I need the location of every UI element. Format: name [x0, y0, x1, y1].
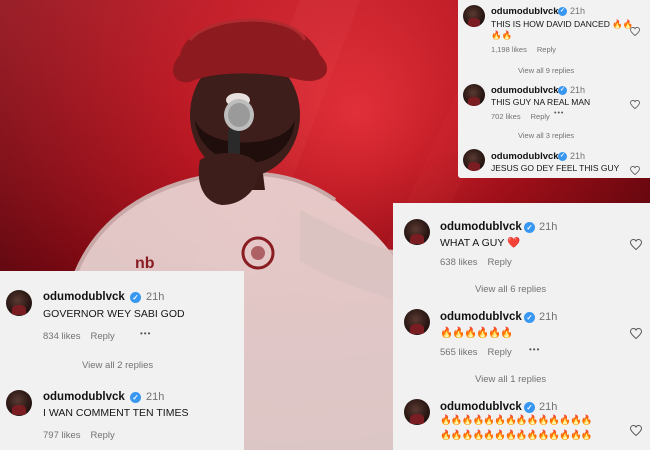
comment-time: 21h	[570, 6, 586, 16]
comment-text-continued: 🔥🔥🔥🔥🔥🔥🔥🔥🔥🔥🔥🔥🔥🔥	[440, 430, 593, 441]
comment-username[interactable]: odumodublvck	[491, 6, 559, 17]
comment-text-continued: 🔥🔥	[491, 30, 513, 40]
comment-time: 21h	[539, 401, 558, 413]
comment-username[interactable]: odumodublvck	[440, 221, 522, 233]
avatar[interactable]	[463, 84, 485, 106]
verified-badge-icon: ✓	[130, 392, 141, 403]
comments-card-left: odumodublvck ✓ 21h GOVERNOR WEY SABI GOD…	[0, 271, 244, 450]
avatar[interactable]	[6, 390, 32, 416]
verified-badge-icon: ✓	[558, 152, 567, 161]
comment-text: WHAT A GUY ❤️	[440, 237, 521, 249]
comment-username[interactable]: odumodublvck	[43, 291, 125, 303]
like-count: 638 likes	[440, 257, 478, 268]
avatar[interactable]	[404, 219, 430, 245]
verified-badge-icon: ✓	[524, 222, 535, 233]
comment-meta: 702 likes Reply	[491, 112, 560, 121]
avatar[interactable]	[6, 290, 32, 316]
avatar[interactable]	[404, 309, 430, 335]
comment-username[interactable]: odumodublvck	[491, 151, 559, 162]
comment-text: JESUS GO DEY FEEL THIS GUY	[491, 163, 620, 173]
comment-time: 21h	[539, 311, 558, 323]
view-replies-link[interactable]: View all 6 replies	[467, 284, 546, 295]
heart-outline-icon[interactable]	[629, 237, 643, 255]
comment-text: THIS GUY NA REAL MAN	[491, 97, 591, 107]
heart-outline-icon[interactable]	[629, 326, 643, 344]
comment-time: 21h	[570, 85, 586, 95]
verified-badge-icon: ✓	[558, 7, 567, 16]
comment-text: THIS IS HOW DAVID DANCED 🔥🔥	[491, 19, 634, 29]
view-replies-link[interactable]: View all 9 replies	[510, 66, 574, 75]
heart-outline-icon[interactable]	[630, 162, 640, 180]
like-count: 834 likes	[43, 331, 81, 342]
comment-username[interactable]: odumodublvck	[491, 85, 559, 96]
avatar[interactable]	[463, 149, 485, 171]
comments-card-right: odumodublvck ✓ 21h WHAT A GUY ❤️ 638 lik…	[393, 203, 650, 450]
comment-text: 🔥🔥🔥🔥🔥🔥	[440, 327, 513, 339]
comments-card-top-right: odumodublvck ✓ 21h THIS IS HOW DAVID DAN…	[458, 0, 650, 178]
more-options-icon[interactable]: •••	[554, 110, 564, 117]
comment-time: 21h	[146, 291, 165, 303]
comment-text: GOVERNOR WEY SABI GOD	[43, 308, 185, 320]
comment-username[interactable]: odumodublvck	[43, 391, 125, 403]
avatar[interactable]	[463, 5, 485, 27]
comment-meta: 638 likes Reply	[440, 257, 522, 268]
comment-username[interactable]: odumodublvck	[440, 401, 522, 413]
comment-time: 21h	[570, 151, 586, 161]
verified-badge-icon: ✓	[524, 312, 535, 323]
comment-time: 21h	[146, 391, 165, 403]
comment-meta: 565 likes Reply	[440, 347, 522, 358]
like-count: 565 likes	[440, 347, 478, 358]
reply-button[interactable]: Reply	[537, 45, 556, 54]
heart-outline-icon[interactable]	[629, 423, 643, 441]
more-options-icon[interactable]: •••	[140, 329, 151, 338]
more-options-icon[interactable]: •••	[529, 345, 540, 354]
view-replies-link[interactable]: View all 3 replies	[510, 131, 574, 140]
reply-button[interactable]: Reply	[531, 112, 550, 121]
avatar[interactable]	[404, 399, 430, 425]
heart-outline-icon[interactable]	[630, 96, 640, 114]
comment-meta: 1,198 likes Reply	[491, 45, 566, 54]
comment-meta: 797 likes Reply	[43, 430, 125, 441]
verified-badge-icon: ✓	[558, 86, 567, 95]
like-count: 797 likes	[43, 430, 81, 441]
view-replies-link[interactable]: View all 1 replies	[467, 374, 546, 385]
svg-text:nb: nb	[135, 255, 155, 272]
reply-button[interactable]: Reply	[488, 347, 512, 358]
comment-meta: 834 likes Reply	[43, 331, 125, 342]
verified-badge-icon: ✓	[524, 402, 535, 413]
reply-button[interactable]: Reply	[91, 331, 115, 342]
like-count: 1,198 likes	[491, 45, 527, 54]
comment-username[interactable]: odumodublvck	[440, 311, 522, 323]
comment-text: I WAN COMMENT TEN TIMES	[43, 407, 189, 419]
reply-button[interactable]: Reply	[91, 430, 115, 441]
comment-time: 21h	[539, 221, 558, 233]
verified-badge-icon: ✓	[130, 292, 141, 303]
like-count: 702 likes	[491, 112, 521, 121]
heart-outline-icon[interactable]	[630, 23, 640, 41]
reply-button[interactable]: Reply	[488, 257, 512, 268]
comment-text: 🔥🔥🔥🔥🔥🔥🔥🔥🔥🔥🔥🔥🔥🔥	[440, 415, 593, 426]
view-replies-link[interactable]: View all 2 replies	[74, 360, 153, 371]
